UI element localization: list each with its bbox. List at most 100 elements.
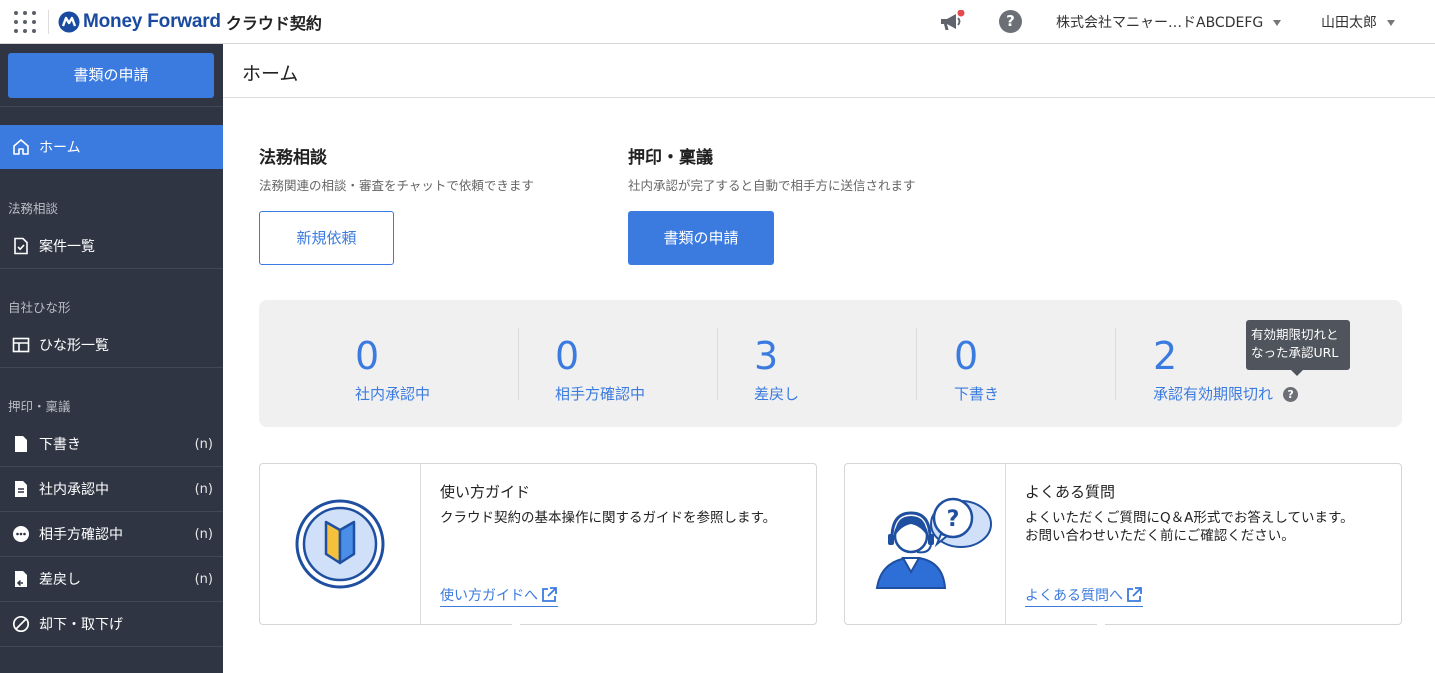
stat-internal-approval[interactable]: 0 社内承認中 [259,328,458,406]
stat-label: 相手方確認中 [555,385,646,403]
card-notch [512,624,520,628]
sidebar-item-home[interactable]: ホーム [0,125,223,169]
home-icon [13,139,29,155]
sidebar-item-label: 案件一覧 [39,239,95,255]
stat-partner-check[interactable]: 0 相手方確認中 [459,328,658,406]
stat-expired[interactable]: 2 承認有効期限切れ? [1057,328,1299,406]
sidebar-item-partner-check[interactable]: 相手方確認中 (n) [0,512,223,556]
status-summary-panel: 0 社内承認中 0 相手方確認中 3 差戻し 0 下書き 2 承認有効期限切れ? [259,300,1402,427]
card-divider [1005,464,1006,624]
sidebar-item-label: 下書き [39,437,81,453]
faq-link-label: よくある質問へ [1025,588,1123,604]
stat-value: 2 [1153,334,1178,378]
sidebar-item-count: (n) [194,526,213,542]
sidebar-divider [0,646,223,647]
user-name: 山田太郎 [1321,15,1377,31]
faq-desc-line: お問い合わせいただく前にご確認ください。 [1025,528,1295,544]
external-link-icon [1127,587,1142,602]
sidebar-category-legal: 法務相談 [8,201,59,216]
sidebar: 書類の申請 ホーム 法務相談 案件一覧 自社ひな形 ひな形一覧 押印・稟議 下書… [0,44,223,673]
faq-card-desc: よくいただくご質問にQ＆A形式でお答えしています。 お問い合わせいただく前にご確… [1025,509,1395,545]
guide-card: 使い方ガイド クラウド契約の基本操作に関するガイドを参照します。 使い方ガイドへ [259,463,817,628]
app-grid-icon[interactable] [14,11,36,33]
external-link-icon [542,587,557,602]
stat-drafts[interactable]: 0 下書き [858,328,1057,406]
logo[interactable]: Money Forward クラウド契約 [58,9,322,35]
guide-card-title: 使い方ガイド [440,483,531,501]
stat-label-row: 承認有効期限切れ? [1153,383,1299,404]
logo-text: Money Forward [83,11,221,32]
guide-link[interactable]: 使い方ガイドへ [440,585,558,607]
company-name: 株式会社マニャー…ドABCDEFG [1056,15,1264,31]
expired-tooltip: 有効期限切れと なった承認URL [1246,320,1350,370]
user-menu[interactable]: 山田太郎 [1321,12,1395,32]
stat-label: 社内承認中 [355,385,431,403]
sidebar-divider [0,367,223,368]
stat-value: 3 [754,334,779,378]
apply-document-button[interactable]: 書類の申請 [628,211,774,265]
stat-value: 0 [555,334,580,378]
new-request-button[interactable]: 新規依頼 [259,211,394,265]
sidebar-item-label: ホーム [39,140,81,156]
chevron-down-icon [1273,20,1282,26]
legal-section-title: 法務相談 [259,148,327,168]
sidebar-item-label: 却下・取下げ [39,617,123,633]
support-operator-icon: ? [875,497,992,589]
sidebar-apply-button[interactable]: 書類の申請 [8,53,214,98]
sidebar-item-cases[interactable]: 案件一覧 [0,224,223,268]
sidebar-item-label: ひな形一覧 [39,338,109,354]
file-text-icon [15,481,27,497]
sidebar-item-label: 相手方確認中 [39,527,123,543]
layout-icon [12,337,30,353]
chevron-down-icon [1387,20,1395,26]
sidebar-item-templates[interactable]: ひな形一覧 [0,323,223,367]
help-icon[interactable]: ? [999,10,1022,33]
sidebar-item-count: (n) [194,481,213,497]
sidebar-item-label: 差戻し [39,572,81,588]
block-icon [12,615,30,633]
stat-value: 0 [954,334,979,378]
faq-link[interactable]: よくある質問へ [1025,585,1143,607]
company-selector[interactable]: 株式会社マニャー…ドABCDEFG [1056,12,1282,32]
question-icon[interactable]: ? [1283,387,1299,402]
stat-returned[interactable]: 3 差戻し [658,328,857,406]
faq-card: ? よくある質問 よくいただくご質問にQ＆A形式でお答えしています。 お問い合わ… [844,463,1402,628]
megaphone-icon[interactable] [939,10,965,34]
svg-text:?: ? [947,507,960,532]
file-return-icon [15,571,27,587]
sidebar-category-templates: 自社ひな形 [8,300,71,315]
legal-section-desc: 法務関連の相談・審査をチャットで依頼できます [259,178,534,193]
sidebar-item-drafts[interactable]: 下書き (n) [0,422,223,466]
stat-label: 差戻し [754,385,800,403]
logo-subtitle: クラウド契約 [225,14,322,33]
page-title: ホーム [242,63,299,85]
sidebar-item-rejected[interactable]: 却下・取下げ [0,602,223,646]
file-icon [15,436,27,452]
sidebar-divider [0,106,223,107]
top-header: Money Forward クラウド契約 ? 株式会社マニャー…ドABCDEFG… [0,0,1435,44]
card-divider [420,464,421,624]
faq-card-title: よくある質問 [1025,483,1116,501]
faq-desc-line: よくいただくご質問にQ＆A形式でお答えしています。 [1025,510,1354,526]
stamp-section-title: 押印・稟議 [628,148,713,168]
sidebar-item-label: 社内承認中 [39,482,109,498]
stamp-section-desc: 社内承認が完了すると自動で相手方に送信されます [628,178,916,193]
more-dots-icon [13,526,29,542]
sidebar-divider [0,268,223,269]
money-forward-logo-icon [58,11,80,33]
sidebar-item-count: (n) [194,571,213,587]
sidebar-item-count: (n) [194,436,213,452]
header-divider [48,10,49,34]
sidebar-item-returned[interactable]: 差戻し (n) [0,557,223,601]
tooltip-line: 有効期限切れと [1251,327,1339,342]
stat-label: 承認有効期限切れ [1153,385,1274,403]
stat-value: 0 [355,334,380,378]
guide-link-label: 使い方ガイドへ [440,588,538,604]
guide-card-desc: クラウド契約の基本操作に関するガイドを参照します。 [440,510,777,526]
document-check-icon [14,237,28,255]
sidebar-item-internal-approval[interactable]: 社内承認中 (n) [0,467,223,511]
stat-label: 下書き [954,385,1000,403]
beginner-mark-icon [295,499,385,589]
notification-dot-icon [957,10,965,17]
tooltip-arrow [1291,370,1303,376]
